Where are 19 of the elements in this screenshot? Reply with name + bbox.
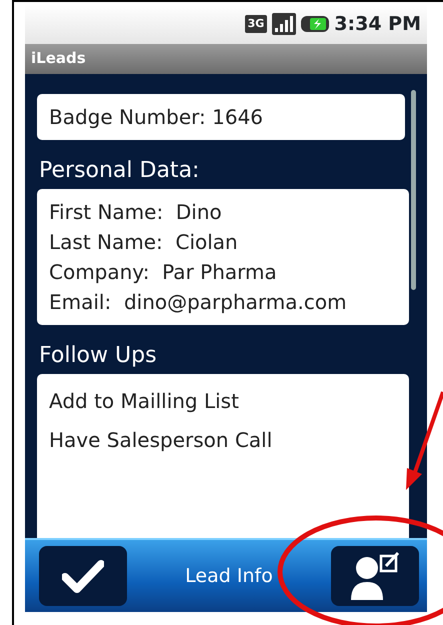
clock-time: 3:34 PM — [334, 12, 421, 37]
section-heading: Follow Ups — [39, 342, 158, 370]
screen-title: Lead Info — [185, 564, 273, 589]
battery-icon — [301, 14, 330, 34]
follow-up-item: Add to Mailling List — [49, 388, 240, 415]
network-type-badge: 3G — [244, 14, 268, 34]
field-text: First Name: Dino — [49, 199, 223, 226]
field-text: Company: Par Pharma — [49, 259, 278, 286]
app-title: iLeads — [31, 49, 86, 67]
confirm-button[interactable] — [39, 546, 127, 606]
section-heading: Personal Data: — [39, 157, 200, 185]
person-edit-icon — [349, 550, 401, 602]
field-text: Email: dino@parpharma.com — [49, 289, 348, 316]
badge-number: Badge Number: 1646 — [49, 105, 264, 129]
field-text: Last Name: Ciolan — [49, 229, 239, 256]
signal-icon — [272, 13, 296, 35]
edit-contact-button[interactable] — [331, 546, 419, 606]
follow-up-item: Have Salesperson Call — [49, 427, 274, 454]
checkmark-icon — [62, 559, 104, 593]
